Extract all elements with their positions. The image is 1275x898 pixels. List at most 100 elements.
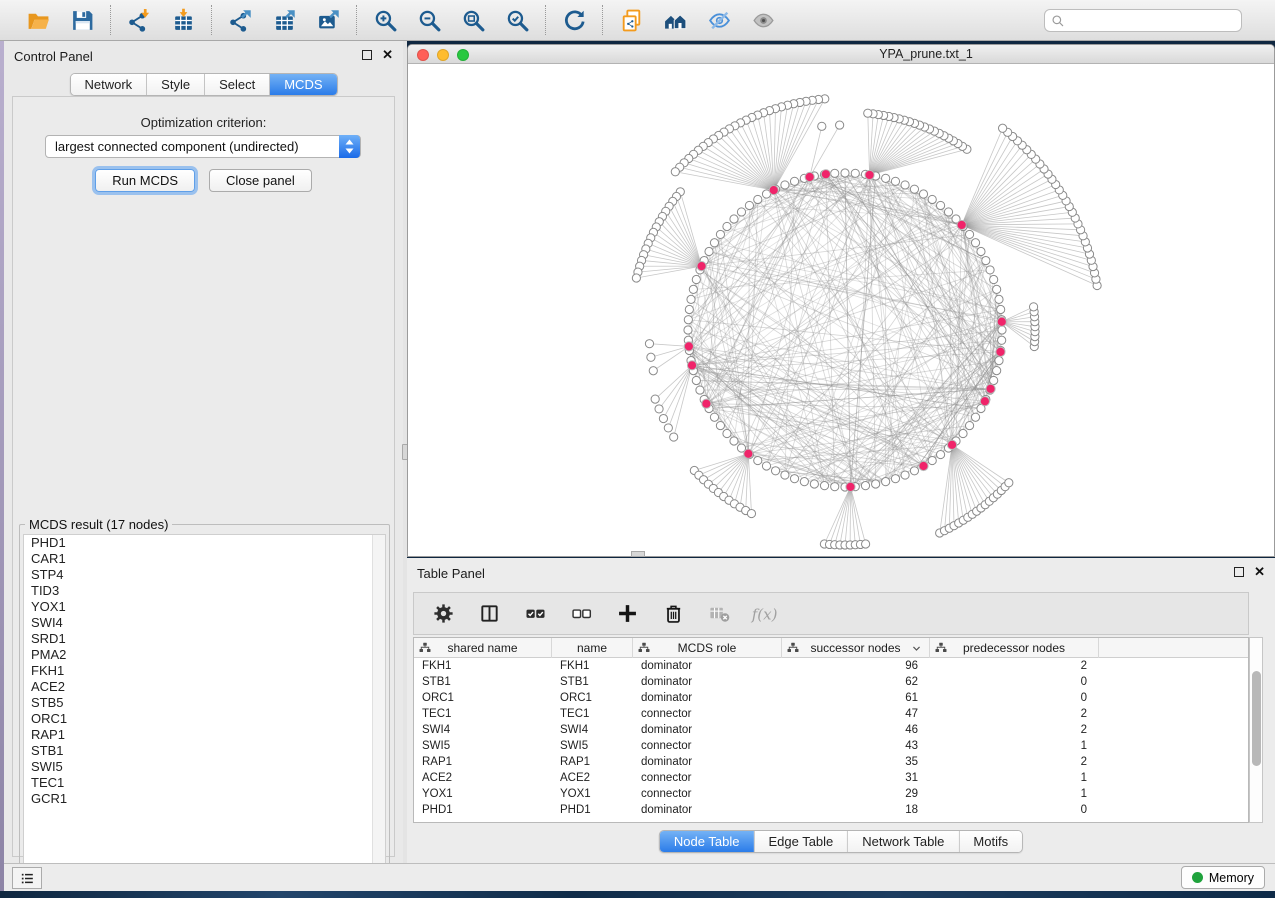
table-cell[interactable]: 62 — [782, 674, 930, 690]
table-cell[interactable]: 0 — [930, 690, 1099, 706]
mcds-result-node[interactable]: PHD1 — [24, 535, 385, 551]
table-cell[interactable]: dominator — [633, 658, 782, 674]
mcds-result-node[interactable]: CAR1 — [24, 551, 385, 567]
table-cell[interactable]: 35 — [782, 754, 930, 770]
mcds-result-node[interactable]: PMA2 — [24, 647, 385, 663]
tab-network-table[interactable]: Network Table — [848, 831, 959, 852]
table-cell[interactable]: dominator — [633, 754, 782, 770]
zoom-in-button[interactable] — [369, 4, 401, 36]
mcds-result-list[interactable]: PHD1CAR1STP4TID3YOX1SWI4SRD1PMA2FKH1ACE2… — [23, 534, 386, 885]
table-cell[interactable]: 2 — [930, 722, 1099, 738]
table-cell[interactable]: 2 — [930, 658, 1099, 674]
table-cell[interactable]: 1 — [930, 770, 1099, 786]
table-cell[interactable]: STB1 — [414, 674, 552, 690]
table-cell[interactable]: 96 — [782, 658, 930, 674]
task-history-button[interactable] — [12, 867, 42, 889]
save-button[interactable] — [66, 4, 98, 36]
column-header-name[interactable]: name — [552, 638, 633, 658]
import-network-button[interactable] — [123, 4, 155, 36]
mcds-result-node[interactable]: SRD1 — [24, 631, 385, 647]
export-table-button[interactable] — [268, 4, 300, 36]
export-network-button[interactable] — [224, 4, 256, 36]
table-cell[interactable]: 2 — [930, 706, 1099, 722]
add-column-button[interactable] — [612, 599, 642, 629]
import-table-button[interactable] — [167, 4, 199, 36]
table-cell[interactable]: dominator — [633, 674, 782, 690]
delete-column-button[interactable] — [658, 599, 688, 629]
mcds-result-node[interactable]: TEC1 — [24, 775, 385, 791]
table-cell[interactable]: dominator — [633, 690, 782, 706]
toggle-column-panel-button[interactable] — [474, 599, 504, 629]
table-row[interactable]: TEC1TEC1connector472 — [414, 706, 1248, 722]
close-table-panel-icon[interactable]: ✕ — [1254, 567, 1265, 577]
table-row[interactable]: FKH1FKH1dominator962 — [414, 658, 1248, 674]
table-cell[interactable]: PHD1 — [552, 802, 633, 818]
table-cell[interactable]: 1 — [930, 786, 1099, 802]
open-button[interactable] — [22, 4, 54, 36]
table-cell[interactable]: TEC1 — [414, 706, 552, 722]
network-window-titlebar[interactable]: YPA_prune.txt_1 — [408, 45, 1274, 64]
mcds-result-node[interactable]: YOX1 — [24, 599, 385, 615]
table-cell[interactable]: YOX1 — [414, 786, 552, 802]
column-header-shared-name[interactable]: shared name — [414, 638, 552, 658]
table-cell[interactable]: FKH1 — [552, 658, 633, 674]
table-cell[interactable]: dominator — [633, 722, 782, 738]
table-cell[interactable]: ACE2 — [414, 770, 552, 786]
show-all-button[interactable] — [747, 4, 779, 36]
network-graph[interactable] — [408, 64, 1274, 556]
table-cell[interactable]: 29 — [782, 786, 930, 802]
table-cell[interactable]: 61 — [782, 690, 930, 706]
mcds-result-node[interactable]: STB5 — [24, 695, 385, 711]
table-row[interactable]: ORC1ORC1dominator610 — [414, 690, 1248, 706]
column-header-MCDS-role[interactable]: MCDS role — [633, 638, 782, 658]
table-row[interactable]: SWI5SWI5connector431 — [414, 738, 1248, 754]
table-row[interactable]: YOX1YOX1connector291 — [414, 786, 1248, 802]
table-cell[interactable]: 18 — [782, 802, 930, 818]
column-settings-button[interactable] — [428, 599, 458, 629]
run-mcds-button[interactable]: Run MCDS — [95, 169, 195, 192]
table-cell[interactable]: ACE2 — [552, 770, 633, 786]
network-canvas[interactable] — [408, 64, 1274, 556]
table-cell[interactable]: connector — [633, 738, 782, 754]
table-cell[interactable]: 0 — [930, 802, 1099, 818]
table-cell[interactable]: connector — [633, 706, 782, 722]
table-cell[interactable]: RAP1 — [414, 754, 552, 770]
mcds-result-node[interactable]: FKH1 — [24, 663, 385, 679]
select-all-button[interactable] — [520, 599, 550, 629]
table-cell[interactable]: 47 — [782, 706, 930, 722]
table-row[interactable]: PHD1PHD1dominator180 — [414, 802, 1248, 818]
mcds-result-node[interactable]: GCR1 — [24, 791, 385, 807]
tab-mcds[interactable]: MCDS — [270, 74, 336, 95]
close-panel-icon[interactable]: ✕ — [382, 50, 393, 60]
table-cell[interactable]: connector — [633, 770, 782, 786]
tab-network[interactable]: Network — [70, 74, 147, 95]
float-table-panel-icon[interactable] — [1234, 567, 1244, 577]
mcds-result-node[interactable]: ACE2 — [24, 679, 385, 695]
mcds-result-node[interactable]: STB1 — [24, 743, 385, 759]
tab-select[interactable]: Select — [205, 74, 270, 95]
table-cell[interactable]: RAP1 — [552, 754, 633, 770]
copy-network-button[interactable] — [615, 4, 647, 36]
table-cell[interactable]: FKH1 — [414, 658, 552, 674]
mcds-result-node[interactable]: SWI4 — [24, 615, 385, 631]
table-cell[interactable]: ORC1 — [414, 690, 552, 706]
export-image-button[interactable] — [312, 4, 344, 36]
table-cell[interactable]: SWI4 — [552, 722, 633, 738]
table-row[interactable]: ACE2ACE2connector311 — [414, 770, 1248, 786]
close-panel-button[interactable]: Close panel — [209, 169, 312, 192]
table-cell[interactable]: dominator — [633, 802, 782, 818]
table-scrollbar-thumb[interactable] — [1252, 671, 1261, 766]
criterion-dropdown[interactable]: largest connected component (undirected) — [45, 135, 361, 158]
table-cell[interactable]: SWI5 — [414, 738, 552, 754]
zoom-fit-button[interactable] — [457, 4, 489, 36]
mcds-result-node[interactable]: TID3 — [24, 583, 385, 599]
tab-edge-table[interactable]: Edge Table — [754, 831, 848, 852]
mcds-result-node[interactable]: STP4 — [24, 567, 385, 583]
table-cell[interactable]: 2 — [930, 754, 1099, 770]
table-cell[interactable]: connector — [633, 786, 782, 802]
deselect-all-button[interactable] — [566, 599, 596, 629]
table-cell[interactable]: 46 — [782, 722, 930, 738]
float-panel-icon[interactable] — [362, 50, 372, 60]
result-list-scrollbar[interactable] — [372, 535, 385, 884]
zoom-out-button[interactable] — [413, 4, 445, 36]
